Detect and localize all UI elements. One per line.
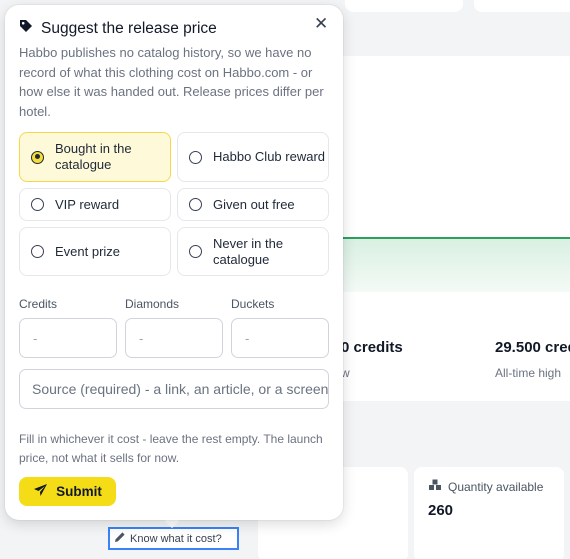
- credits-input[interactable]: -: [19, 318, 117, 358]
- option-habbo-club-reward[interactable]: Habbo Club reward: [177, 132, 329, 182]
- radio-icon: [31, 245, 44, 258]
- submit-button[interactable]: Submit: [19, 477, 116, 506]
- source-input[interactable]: Source (required) - a link, an article, …: [19, 369, 329, 409]
- diamonds-label: Diamonds: [125, 297, 180, 311]
- duckets-label: Duckets: [231, 297, 275, 311]
- close-button[interactable]: ✕: [314, 14, 328, 34]
- credits-label: Credits: [19, 297, 58, 311]
- submit-label: Submit: [56, 484, 102, 499]
- price-chart-area: [342, 237, 570, 292]
- option-label: VIP reward: [55, 196, 120, 212]
- radio-icon: [189, 198, 202, 211]
- radio-icon: [189, 150, 202, 164]
- quantity-label-text: Quantity available: [448, 479, 544, 494]
- option-never-in-catalogue[interactable]: Never in the catalogue: [177, 227, 329, 276]
- top-card: [345, 0, 463, 12]
- popup-header: Suggest the release price: [19, 19, 217, 38]
- option-given-out-free[interactable]: Given out free: [177, 188, 329, 221]
- option-label: Given out free: [213, 196, 295, 212]
- close-icon: ✕: [314, 14, 329, 33]
- option-vip-reward[interactable]: VIP reward: [19, 188, 171, 221]
- option-label: Never in the catalogue: [213, 235, 284, 267]
- pencil-icon: [114, 531, 126, 546]
- quantity-label: Quantity available: [428, 479, 543, 494]
- stat-alltime-value: 29.500 credits: [495, 339, 570, 356]
- tag-icon: [19, 19, 33, 38]
- radio-icon: [31, 198, 44, 211]
- popup-title: Suggest the release price: [41, 19, 217, 37]
- option-label: Habbo Club reward: [213, 149, 326, 164]
- option-bought-in-catalogue[interactable]: Bought in the catalogue: [19, 132, 171, 182]
- diamonds-input[interactable]: -: [125, 318, 223, 358]
- send-icon: [33, 483, 48, 500]
- duckets-input[interactable]: -: [231, 318, 329, 358]
- know-what-it-cost-label: Know what it cost?: [130, 532, 222, 545]
- know-what-it-cost-button[interactable]: Know what it cost?: [108, 527, 239, 550]
- option-event-prize[interactable]: Event prize: [19, 227, 171, 276]
- stat-current-value: 0 credits: [341, 339, 403, 356]
- hint-text: Fill in whichever it cost - leave the re…: [19, 432, 323, 465]
- popup-description: Habbo publishes no catalog history, so w…: [19, 45, 324, 119]
- option-label: Bought in the catalogue: [55, 141, 132, 172]
- radio-icon: [189, 245, 202, 258]
- suggest-price-popup: Suggest the release price ✕ Habbo publis…: [5, 5, 343, 520]
- boxes-icon: [428, 479, 442, 494]
- quantity-value: 260: [428, 502, 454, 519]
- option-label: Event prize: [55, 243, 121, 259]
- top-card: [474, 0, 570, 12]
- radio-icon: [31, 150, 44, 164]
- stat-alltime-sub: All-time high: [495, 366, 562, 380]
